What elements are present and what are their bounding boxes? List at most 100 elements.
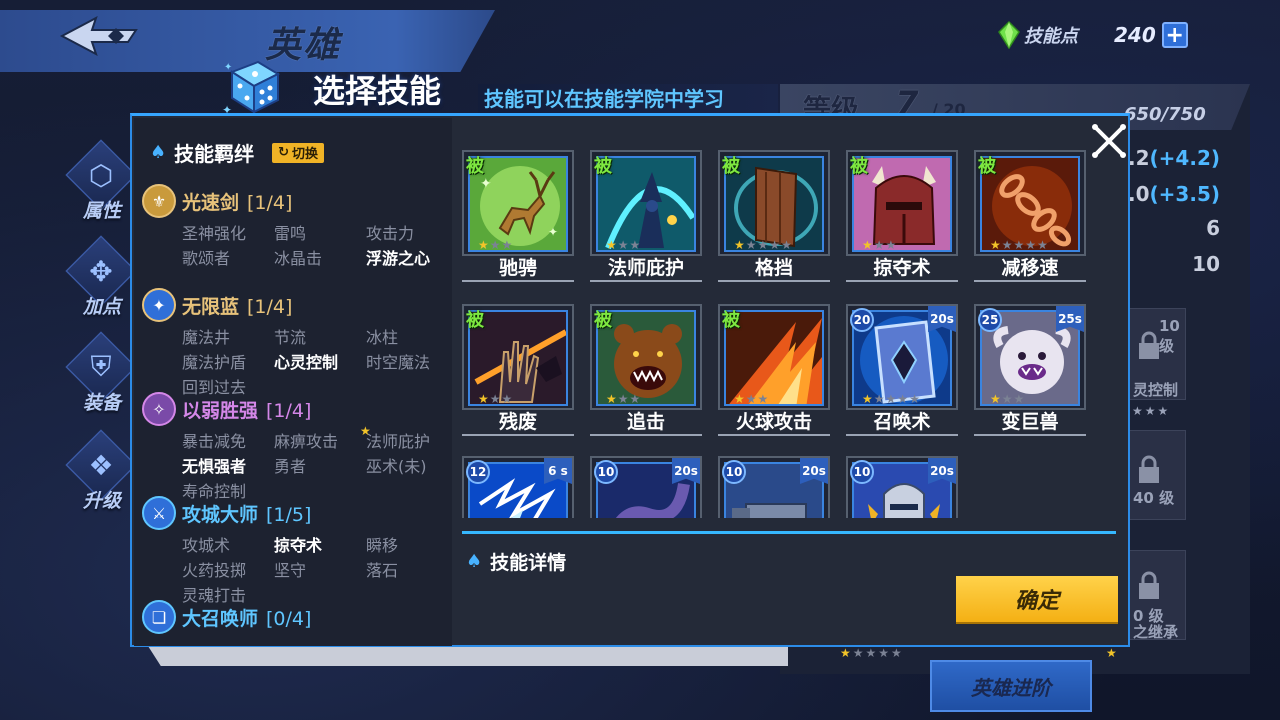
skill-card[interactable]: 10 20s (718, 456, 830, 518)
combo-skill-name: 节流 (274, 328, 307, 347)
star-rating: ★★★ (606, 392, 641, 406)
combo-emblem-icon: ⚜ (142, 184, 176, 218)
choose-skill-subtitle: 技能可以在技能学院中学习 (478, 84, 778, 114)
skill-card[interactable]: 被 ★★★ 法师庇护 (590, 150, 702, 284)
combo-group-name: 大召唤师 [0/4] (182, 604, 311, 631)
combo-group-name: 攻城大师 [1/5] (182, 500, 311, 527)
combo-header: ♠ 技能羁绊 ↻ 切换 (150, 138, 325, 167)
combo-name-text: 大召唤师 (182, 608, 259, 630)
skill-frame: 25 25s ★★★ (974, 304, 1086, 410)
combo-skill: 无惧强者 (182, 453, 246, 477)
skill-name: 格挡 (718, 256, 830, 282)
skill-name: 掠夺术 (846, 256, 958, 282)
star-empty-icon: ★ (1037, 238, 1049, 252)
combo-skill: 勇者 (274, 453, 306, 477)
skill-frame: 被 ★★★ (590, 304, 702, 410)
star-empty-icon: ★ (757, 392, 770, 406)
skill-card[interactable]: 25 25s ★★★ 变巨兽 (974, 304, 1086, 438)
svg-text:✦: ✦ (224, 62, 232, 73)
skill-frame: 20 20s ★★★★★ (846, 304, 958, 410)
level-badge: 10 (722, 460, 746, 484)
locked-slot-label: 灵控制 (1133, 381, 1179, 399)
star-empty-icon: ★ (489, 392, 502, 406)
locked-slot-level: 10 级 (1159, 317, 1180, 355)
skill-frame: 被 ★★★ (718, 304, 830, 410)
skill-card[interactable]: 10 20s (590, 456, 702, 518)
combo-emblem-icon: ⚔ (142, 496, 176, 530)
combo-skill: 心灵控制 (274, 349, 338, 373)
armor-icon: ⛨ (90, 350, 112, 383)
star-icon: ★ (360, 424, 371, 438)
combo-skill: 冰晶击 (274, 245, 322, 269)
skill-card[interactable]: 被 ★★★ 追击 (590, 304, 702, 438)
locked-slot[interactable]: 40 级 (1128, 430, 1186, 520)
skill-card[interactable]: 被 ★★★★★ 减移速 (974, 150, 1086, 284)
star-empty-icon: ★ (757, 238, 770, 252)
svg-text:✦: ✦ (480, 176, 492, 192)
combo-count: [0/4] (266, 608, 312, 630)
hero-advance-button[interactable]: 英雄进阶 (930, 660, 1092, 712)
skill-frame: 10 20s (590, 456, 702, 518)
skill-card[interactable]: 20 20s ★★★★★ 召唤术 (846, 304, 958, 438)
star-rating: ★★★ (862, 238, 897, 252)
passive-badge: 被 (594, 310, 612, 331)
skill-card[interactable]: 10 20s (846, 456, 958, 518)
skill-card[interactable]: 被 ★★★ 残废 (462, 304, 574, 438)
combo-panel: ♠ 技能羁绊 ↻ 切换 ⚜ 光速剑 [1/4] 圣神强化 雷鸣 攻击力 歌颂者 冰晶击 浮游之心… (134, 118, 452, 646)
combo-skill-name: 魔法护盾 (182, 353, 247, 372)
switch-button[interactable]: ↻ 切换 (272, 142, 325, 163)
passive-badge: 被 (850, 156, 868, 177)
passive-badge: 被 (594, 156, 612, 177)
star-empty-icon: ★ (745, 392, 758, 406)
arrows-icon: ✥ (89, 254, 113, 288)
locked-slot[interactable]: 0 级 之继承 (1128, 550, 1186, 641)
star-rating: ★★★★★ (734, 238, 793, 252)
skill-points-label: 技能点 (1024, 26, 1078, 47)
skill-name: 召唤术 (846, 410, 958, 436)
combo-group-name: 无限蓝 [1/4] (182, 292, 292, 319)
refresh-icon: ↻ (278, 145, 290, 160)
star-empty-icon: ★ (1013, 238, 1026, 252)
combo-skill-name: 冰柱 (366, 328, 399, 347)
add-skill-points-button[interactable]: + (1161, 22, 1188, 48)
star-empty-icon: ★ (873, 238, 886, 252)
combo-skill: 冰柱 (366, 324, 398, 348)
combo-group: ⚔ 攻城大师 [1/5] 攻城术 掠夺术 瞬移 火药投掷 坚守 落石 灵魂打击 (140, 496, 448, 605)
skill-card[interactable]: 被 ★★★ 掠夺术 (846, 150, 958, 284)
skill-card[interactable]: ✦ ✦ 被 ★★★ 驰骋 (462, 150, 574, 284)
skill-select-modal: ♠ 技能羁绊 ↻ 切换 ⚜ 光速剑 [1/4] 圣神强化 雷鸣 攻击力 歌颂者 冰晶击 浮游之心… (130, 113, 1130, 647)
skill-points-value: 240 (1114, 23, 1156, 47)
star-empty-icon: ★ (909, 392, 921, 406)
locked-slot[interactable]: 10 级 灵控制 (1128, 308, 1186, 400)
hex-icon: ⬡ (88, 158, 114, 192)
star-rating: ★★★ (990, 392, 1025, 406)
skill-frame: 10 20s (718, 456, 830, 518)
skill-detail-title: 技能详情 (490, 552, 567, 574)
star-empty-icon: ★ (617, 238, 630, 252)
star-rating: ★★★★★ (990, 238, 1049, 252)
back-arrow-icon[interactable] (58, 16, 142, 56)
combo-name-text: 攻城大师 (182, 504, 259, 526)
combo-title: 技能羁绊 (174, 142, 255, 166)
combo-group-name: 光速剑 [1/4] (182, 188, 292, 215)
skill-card[interactable]: 被 ★★★★★ 格挡 (718, 150, 830, 284)
star-empty-icon: ★ (885, 238, 898, 252)
skill-card[interactable]: 被 ★★★ 火球攻击 (718, 304, 830, 438)
star-rating: ★★★★★ (862, 392, 921, 406)
star-filled-icon: ★ (478, 238, 490, 252)
combo-skill: 节流 (274, 324, 306, 348)
skill-points-display: 技能点 240 + (998, 20, 1190, 50)
skill-name: 法师庇护 (590, 256, 702, 282)
combo-count: [1/4] (247, 296, 293, 318)
combo-skill: 雷鸣 (274, 220, 306, 244)
combo-name-text: 光速剑 (182, 192, 240, 214)
star-filled-icon: ★ (862, 238, 874, 252)
skill-card[interactable]: 12 6 s (462, 456, 574, 518)
level-badge: 12 (466, 460, 490, 484)
star-filled-icon: ★ (862, 392, 874, 406)
close-icon[interactable] (1090, 122, 1128, 160)
skill-name: 追击 (590, 410, 702, 436)
combo-name-text: 以弱胜强 (182, 400, 259, 422)
confirm-button[interactable]: 确定 (956, 576, 1118, 622)
combo-skill-name: 歌颂者 (182, 249, 231, 268)
